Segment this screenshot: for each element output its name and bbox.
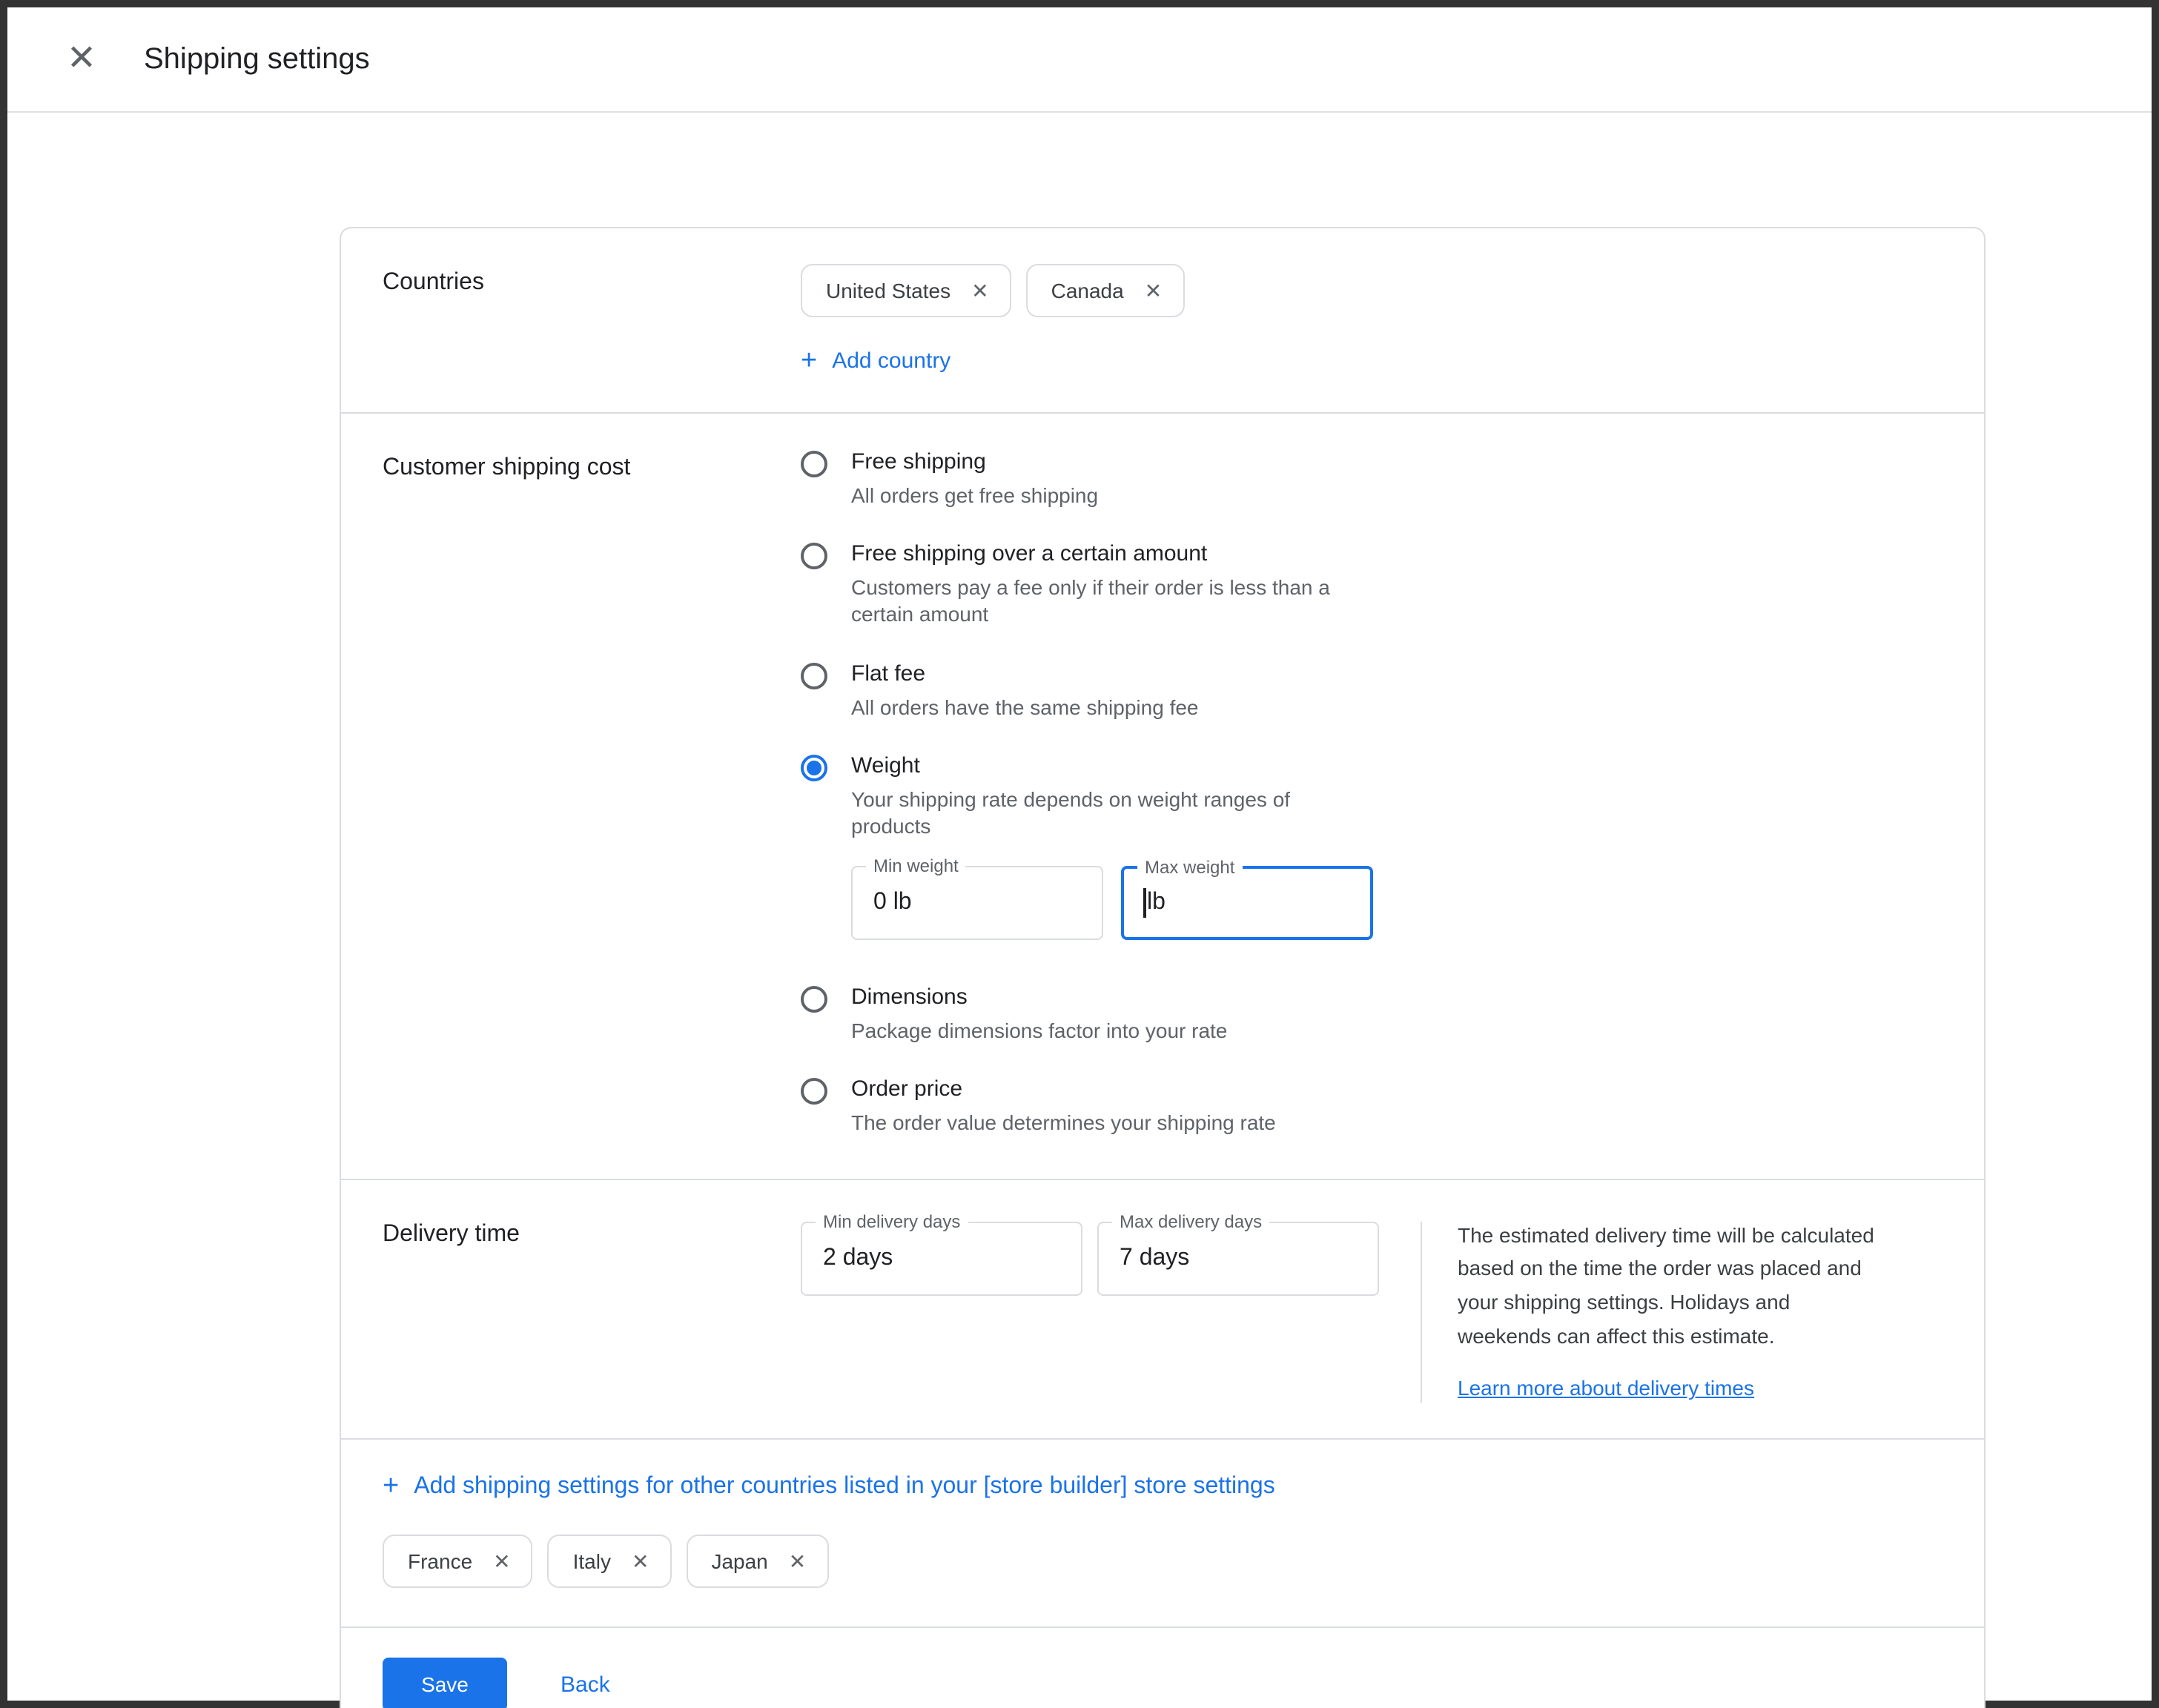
add-other-countries-button[interactable]: + Add shipping settings for other countr…: [383, 1472, 1275, 1500]
remove-country-icon[interactable]: ✕: [493, 1551, 510, 1572]
country-chip-france: France ✕: [383, 1535, 533, 1588]
option-desc: The order value determines your shipping…: [851, 1110, 1276, 1136]
radio-icon[interactable]: [801, 543, 827, 569]
footer-actions: Save Back: [341, 1626, 1984, 1708]
radio-icon[interactable]: [801, 662, 827, 689]
option-title: Free shipping over a certain amount: [851, 541, 1340, 566]
weight-fields: Min weight 0 lb Max weight lb: [851, 866, 1373, 940]
option-desc: Package dimensions factor into your rate: [851, 1017, 1227, 1044]
other-country-chips: France ✕ Italy ✕ Japan ✕: [383, 1535, 1943, 1588]
option-title: Order price: [851, 1077, 1276, 1102]
option-title: Dimensions: [851, 984, 1227, 1010]
delivery-fields: Min delivery days 2 days Max delivery da…: [801, 1215, 1379, 1403]
radio-icon[interactable]: [801, 986, 827, 1013]
max-weight-value: lb: [1147, 890, 1166, 916]
plus-icon: +: [801, 347, 817, 375]
radio-option-flat-fee[interactable]: Flat fee All orders have the same shippi…: [801, 661, 1943, 720]
country-chips: United States ✕ Canada ✕: [801, 264, 1943, 317]
radio-option-order-price[interactable]: Order price The order value determines y…: [801, 1077, 1943, 1136]
country-chip-japan: Japan ✕: [686, 1535, 828, 1588]
remove-country-icon[interactable]: ✕: [632, 1551, 649, 1572]
radio-option-weight[interactable]: Weight Your shipping rate depends on wei…: [801, 753, 1943, 953]
remove-country-icon[interactable]: ✕: [971, 280, 988, 301]
option-desc: All orders get free shipping: [851, 482, 1098, 509]
country-chip-united-states: United States ✕: [801, 264, 1011, 317]
other-countries-section: + Add shipping settings for other countr…: [341, 1438, 1984, 1626]
shipping-cost-section: Customer shipping cost Free shipping All…: [341, 412, 1984, 1178]
radio-icon[interactable]: [801, 1079, 827, 1105]
min-delivery-days-value: 2 days: [823, 1245, 893, 1271]
countries-label: Countries: [383, 264, 801, 377]
delivery-time-section: Delivery time Min delivery days 2 days M…: [341, 1178, 1984, 1438]
save-button[interactable]: Save: [383, 1658, 507, 1708]
min-delivery-days-field[interactable]: Min delivery days 2 days: [801, 1221, 1082, 1295]
countries-section: Countries United States ✕ Canada ✕ + Add…: [341, 228, 1984, 412]
shipping-cost-label: Customer shipping cost: [383, 449, 801, 1142]
option-desc: Your shipping rate depends on weight ran…: [851, 786, 1340, 840]
delivery-time-label: Delivery time: [383, 1215, 801, 1403]
remove-country-icon[interactable]: ✕: [1145, 280, 1162, 301]
settings-card: Countries United States ✕ Canada ✕ + Add…: [340, 227, 1986, 1708]
option-desc: Customers pay a fee only if their order …: [851, 574, 1340, 628]
chip-label: Italy: [573, 1549, 611, 1573]
radio-option-dimensions[interactable]: Dimensions Package dimensions factor int…: [801, 984, 1943, 1044]
add-country-button[interactable]: + Add country: [801, 347, 950, 375]
field-label: Max weight: [1137, 857, 1242, 878]
radio-option-free-shipping[interactable]: Free shipping All orders get free shippi…: [801, 449, 1943, 509]
add-country-label: Add country: [832, 348, 950, 374]
chip-label: Japan: [711, 1549, 767, 1573]
back-button[interactable]: Back: [561, 1672, 610, 1697]
learn-more-link[interactable]: Learn more about delivery times: [1458, 1376, 1754, 1400]
vertical-divider: [1421, 1221, 1422, 1403]
min-weight-value: 0 lb: [873, 890, 912, 916]
min-weight-field[interactable]: Min weight 0 lb: [851, 866, 1103, 940]
radio-icon[interactable]: [801, 451, 827, 477]
option-title: Weight: [851, 753, 1373, 778]
dialog-header: ✕ Shipping settings: [7, 7, 2152, 113]
option-desc: All orders have the same shipping fee: [851, 693, 1199, 720]
option-title: Flat fee: [851, 661, 1199, 686]
max-delivery-days-field[interactable]: Max delivery days 7 days: [1097, 1221, 1379, 1295]
field-label: Max delivery days: [1112, 1211, 1269, 1231]
shipping-settings-dialog: ✕ Shipping settings Countries United Sta…: [0, 0, 2159, 1708]
chip-label: Canada: [1051, 279, 1124, 302]
plus-icon: +: [383, 1472, 399, 1500]
radio-option-free-shipping-over-amount[interactable]: Free shipping over a certain amount Cust…: [801, 541, 1943, 628]
remove-country-icon[interactable]: ✕: [789, 1551, 806, 1572]
page-title: Shipping settings: [144, 42, 370, 76]
chip-label: United States: [826, 279, 950, 302]
country-chip-italy: Italy ✕: [548, 1535, 672, 1588]
field-label: Min delivery days: [816, 1211, 968, 1231]
delivery-info-text: The estimated delivery time will be calc…: [1458, 1218, 1879, 1352]
field-label: Min weight: [866, 855, 966, 876]
radio-icon-selected[interactable]: [801, 755, 827, 781]
chip-label: France: [408, 1549, 472, 1573]
add-other-countries-label: Add shipping settings for other countrie…: [414, 1473, 1275, 1500]
close-icon[interactable]: ✕: [61, 39, 102, 80]
max-weight-field[interactable]: Max weight lb: [1121, 866, 1373, 940]
option-title: Free shipping: [851, 449, 1098, 474]
country-chip-canada: Canada ✕: [1026, 264, 1185, 317]
text-cursor: [1143, 888, 1145, 918]
max-delivery-days-value: 7 days: [1120, 1245, 1189, 1271]
delivery-info: The estimated delivery time will be calc…: [1458, 1215, 1879, 1403]
